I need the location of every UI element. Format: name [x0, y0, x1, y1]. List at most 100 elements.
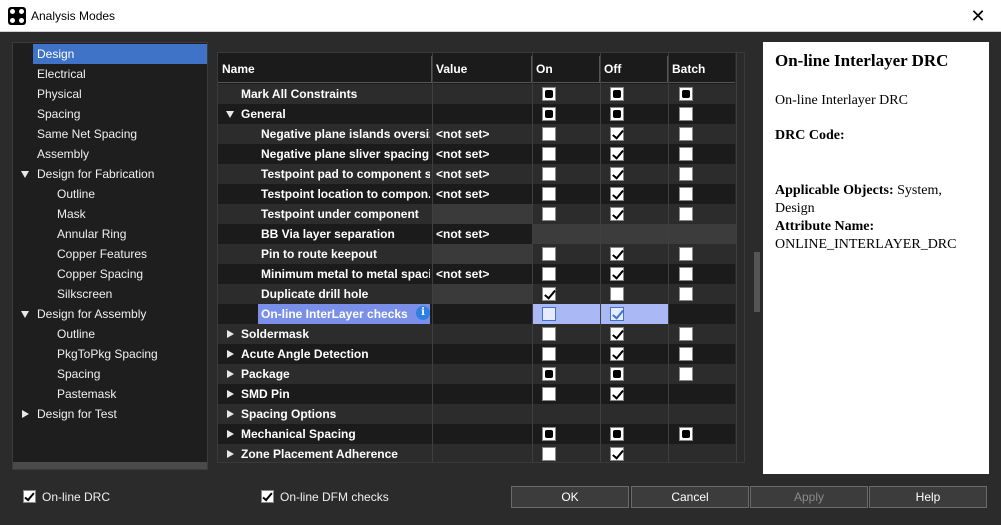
column-header-name[interactable]: Name [218, 56, 432, 83]
on-checkbox[interactable] [542, 187, 556, 201]
row-value[interactable]: <not set> [434, 224, 530, 244]
collapse-arrow-icon[interactable] [227, 430, 234, 438]
on-checkbox[interactable] [542, 387, 556, 401]
collapse-arrow-icon[interactable] [227, 390, 234, 398]
off-checkbox[interactable] [610, 287, 624, 301]
table-row[interactable]: Mechanical Spacing [218, 424, 736, 444]
off-checkbox[interactable] [610, 367, 624, 381]
online-drc-option[interactable]: On-line DRC [23, 489, 123, 505]
off-checkbox[interactable] [610, 387, 624, 401]
table-row[interactable]: SMD Pin [218, 384, 736, 404]
table-row[interactable]: Testpoint under component [218, 204, 736, 224]
tree-item[interactable]: Design for Assembly [33, 304, 150, 324]
collapse-arrow-icon[interactable] [227, 350, 234, 358]
tree-item[interactable]: Design for Test [33, 404, 121, 424]
batch-checkbox[interactable] [679, 327, 693, 341]
tree-item[interactable]: Annular Ring [53, 224, 130, 244]
off-checkbox[interactable] [610, 127, 624, 141]
off-checkbox[interactable] [610, 207, 624, 221]
info-icon[interactable]: i [416, 306, 430, 320]
ok-button[interactable]: OK [511, 486, 629, 508]
tree-item[interactable]: Mask [53, 204, 90, 224]
on-checkbox[interactable] [542, 367, 556, 381]
row-value[interactable]: <not set> [434, 164, 530, 184]
on-checkbox[interactable] [542, 267, 556, 281]
tree-item[interactable]: Electrical [33, 64, 90, 84]
tree-item[interactable]: Design [33, 44, 207, 64]
on-checkbox[interactable] [542, 427, 556, 441]
row-value[interactable]: <not set> [434, 144, 530, 164]
batch-checkbox[interactable] [679, 87, 693, 101]
collapse-arrow-icon[interactable] [227, 330, 234, 338]
tree-item[interactable]: Copper Features [53, 244, 151, 264]
row-value[interactable]: <not set> [434, 124, 530, 144]
row-value[interactable]: <not set> [434, 264, 530, 284]
table-row[interactable]: Duplicate drill hole [218, 284, 736, 304]
off-checkbox[interactable] [610, 247, 624, 261]
on-checkbox[interactable] [542, 207, 556, 221]
expand-arrow-icon[interactable] [226, 111, 234, 118]
off-checkbox[interactable] [610, 307, 624, 321]
tree-item[interactable]: Spacing [33, 104, 84, 124]
batch-checkbox[interactable] [679, 147, 693, 161]
on-checkbox[interactable] [542, 107, 556, 121]
tree-item[interactable]: Design for Fabrication [33, 164, 158, 184]
table-row[interactable]: Minimum metal to metal spacing <not set> [218, 264, 736, 284]
table-row[interactable]: Pin to route keepout [218, 244, 736, 264]
off-checkbox[interactable] [610, 447, 624, 461]
batch-checkbox[interactable] [679, 127, 693, 141]
on-checkbox[interactable] [542, 327, 556, 341]
splitter-grip[interactable] [754, 252, 760, 312]
batch-checkbox[interactable] [679, 427, 693, 441]
table-row[interactable]: Testpoint pad to component s... <not set> [218, 164, 736, 184]
table-row[interactable]: On-line InterLayer checks i [218, 304, 736, 324]
tree-item[interactable]: Silkscreen [53, 284, 116, 304]
on-checkbox[interactable] [542, 347, 556, 361]
panel-splitter[interactable] [753, 42, 761, 474]
apply-button[interactable]: Apply [750, 486, 868, 508]
on-checkbox[interactable] [542, 147, 556, 161]
online-dfm-option[interactable]: On-line DFM checks [261, 489, 401, 505]
batch-checkbox[interactable] [679, 187, 693, 201]
collapse-arrow-icon[interactable] [227, 370, 234, 378]
off-checkbox[interactable] [610, 147, 624, 161]
off-checkbox[interactable] [610, 87, 624, 101]
batch-checkbox[interactable] [679, 167, 693, 181]
column-header-off[interactable]: Off [600, 56, 668, 83]
batch-checkbox[interactable] [679, 287, 693, 301]
tree-item[interactable]: Outline [53, 324, 99, 344]
online-drc-checkbox[interactable] [23, 490, 36, 503]
off-checkbox[interactable] [610, 427, 624, 441]
category-tree[interactable]: Design Electrical Physical Spacing Same Net … [12, 42, 208, 470]
column-header-batch[interactable]: Batch [668, 56, 736, 83]
on-checkbox[interactable] [542, 287, 556, 301]
table-row[interactable]: Spacing Options [218, 404, 736, 424]
table-row[interactable]: Zone Placement Adherence [218, 444, 736, 462]
off-checkbox[interactable] [610, 167, 624, 181]
on-checkbox[interactable] [542, 307, 556, 321]
off-checkbox[interactable] [610, 107, 624, 121]
collapse-arrow-icon[interactable] [227, 450, 234, 458]
table-row[interactable]: Package [218, 364, 736, 384]
tree-item[interactable]: Copper Spacing [53, 264, 147, 284]
batch-checkbox[interactable] [679, 347, 693, 361]
tree-item[interactable]: Same Net Spacing [33, 124, 141, 144]
table-row[interactable]: Soldermask [218, 324, 736, 344]
on-checkbox[interactable] [542, 447, 556, 461]
on-checkbox[interactable] [542, 87, 556, 101]
column-header-value[interactable]: Value [432, 56, 532, 83]
table-row[interactable]: Negative plane islands oversize <not set> [218, 124, 736, 144]
close-icon[interactable]: ✕ [955, 0, 1001, 32]
tree-item[interactable]: PkgToPkg Spacing [53, 344, 162, 364]
table-row[interactable]: Mark All Constraints [218, 84, 736, 104]
column-header-on[interactable]: On [532, 56, 600, 83]
on-checkbox[interactable] [542, 247, 556, 261]
online-dfm-checkbox[interactable] [261, 490, 274, 503]
off-checkbox[interactable] [610, 327, 624, 341]
tree-item[interactable]: Physical [33, 84, 86, 104]
tree-item[interactable]: Outline [53, 184, 99, 204]
cancel-button[interactable]: Cancel [631, 486, 749, 508]
collapse-arrow-icon[interactable] [22, 410, 29, 418]
on-checkbox[interactable] [542, 127, 556, 141]
batch-checkbox[interactable] [679, 367, 693, 381]
